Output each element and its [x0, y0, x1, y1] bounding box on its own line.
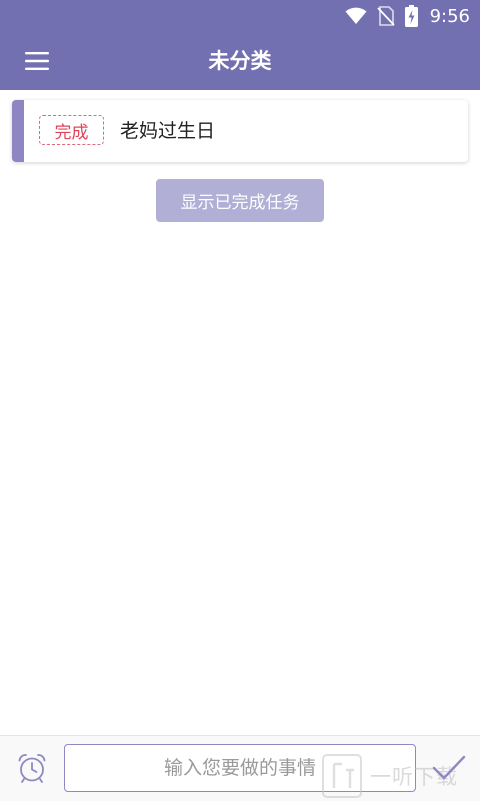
- show-completed-button[interactable]: 显示已完成任务: [156, 179, 324, 222]
- battery-charging-icon: [404, 5, 418, 27]
- status-icons: 9:56: [345, 0, 470, 32]
- alarm-clock-icon[interactable]: [16, 752, 48, 784]
- task-card[interactable]: 完成 老妈过生日: [12, 100, 468, 162]
- checkmark-icon[interactable]: [430, 752, 468, 784]
- app-bar: 未分类: [0, 32, 480, 90]
- task-accent-bar: [12, 100, 24, 162]
- status-bar: 9:56: [0, 0, 480, 32]
- page-title: 未分类: [208, 49, 272, 73]
- task-title: 老妈过生日: [120, 120, 216, 142]
- no-sim-icon: [376, 6, 395, 26]
- watermark-logo-icon: [322, 754, 362, 798]
- complete-task-button[interactable]: 完成: [39, 115, 104, 145]
- wifi-icon: [345, 7, 367, 24]
- status-time: 9:56: [429, 5, 470, 27]
